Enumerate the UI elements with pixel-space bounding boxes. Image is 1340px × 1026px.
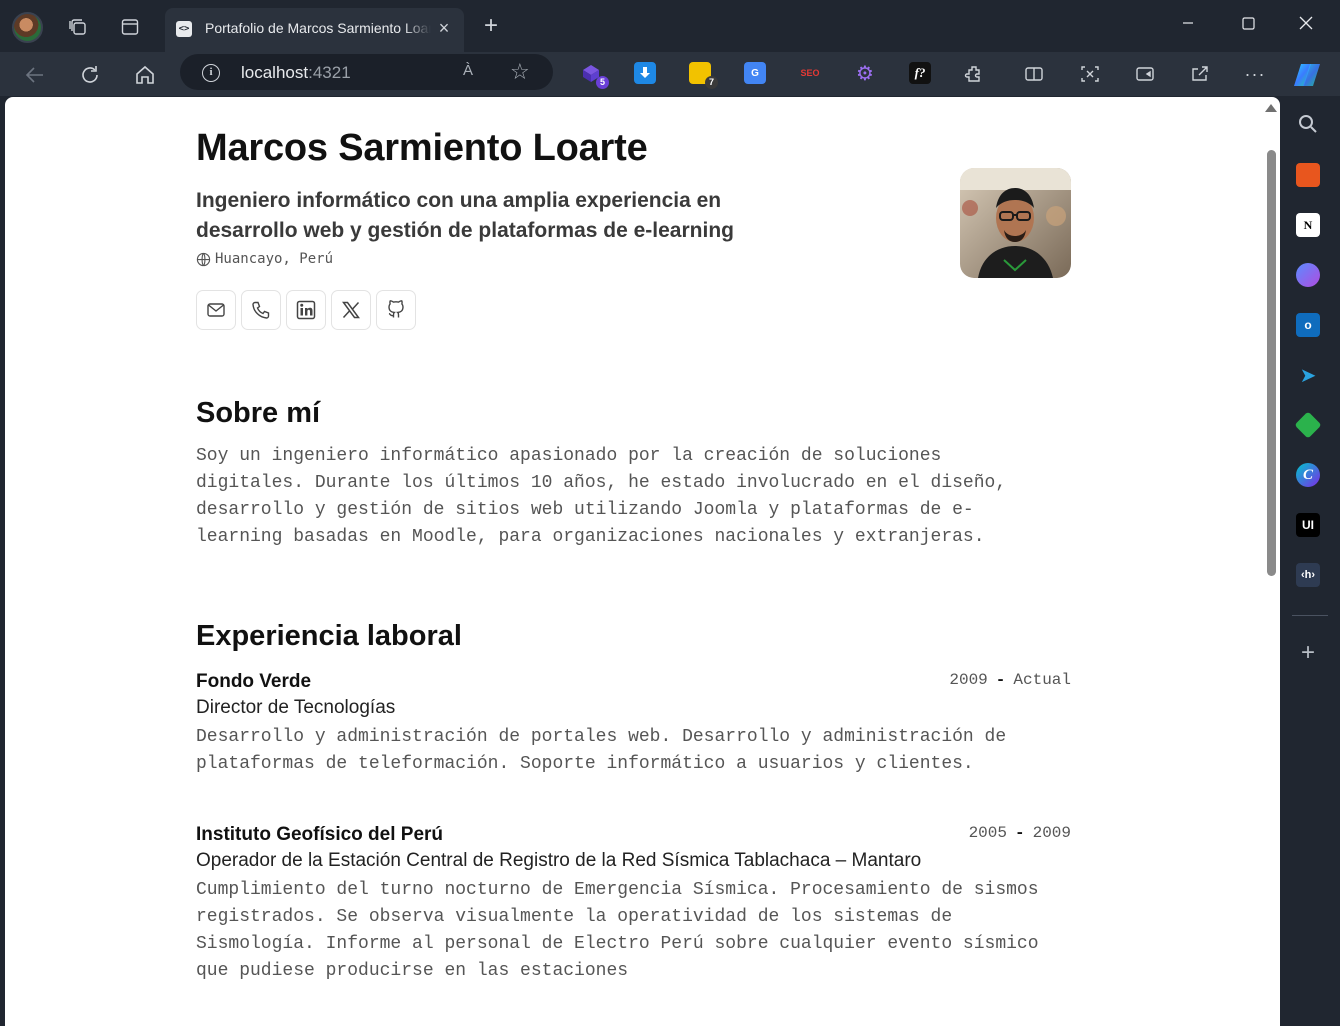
- globe-icon: [196, 252, 211, 266]
- ext-google-translate-icon[interactable]: G: [744, 62, 766, 84]
- ext-seo-icon[interactable]: SEO: [799, 62, 821, 84]
- address-bar[interactable]: i localhost:4321 À ☆: [180, 54, 553, 90]
- phone-button[interactable]: [241, 290, 281, 330]
- job-role: Director de Tecnologías: [196, 697, 396, 718]
- sidebar-briefcase-icon[interactable]: [1296, 163, 1320, 187]
- github-icon: [388, 300, 404, 318]
- job-description: Desarrollo y administración de portales …: [196, 727, 1007, 774]
- address-toolbar: i localhost:4321 À ☆ 5 7 G SEO ⚙ f? ···: [0, 52, 1340, 96]
- minimize-button[interactable]: [1168, 8, 1208, 38]
- x-twitter-icon: [342, 301, 360, 319]
- sidebar-feedly-icon[interactable]: [1294, 411, 1322, 439]
- linkedin-button[interactable]: [286, 290, 326, 330]
- about-text: Soy un ingeniero informático apasionado …: [196, 446, 1007, 547]
- email-button[interactable]: [196, 290, 236, 330]
- phone-icon: [252, 301, 270, 319]
- linkedin-icon: [296, 300, 316, 320]
- x-twitter-button[interactable]: [331, 290, 371, 330]
- collections-icon[interactable]: [1133, 62, 1157, 86]
- screenshot-icon[interactable]: [1078, 62, 1102, 86]
- workspaces-icon[interactable]: [65, 14, 91, 40]
- job-dates: 2005-2009: [968, 824, 1071, 842]
- sidebar-search-icon[interactable]: [1296, 112, 1320, 136]
- tab-favicon-icon: <>: [176, 21, 192, 37]
- profile-name: Marcos Sarmiento Loarte: [196, 127, 648, 169]
- job-description: Cumplimiento del turno nocturno de Emerg…: [196, 880, 1039, 981]
- scroll-up-arrow-icon[interactable]: [1265, 104, 1277, 112]
- ext-purple-cube-icon[interactable]: 5: [580, 62, 609, 89]
- page-scrollbar[interactable]: [1262, 97, 1280, 1026]
- favorite-star-icon[interactable]: ☆: [510, 59, 530, 85]
- maximize-button[interactable]: [1228, 8, 1268, 38]
- ext-notes-icon[interactable]: 7: [689, 62, 718, 89]
- github-button[interactable]: [376, 290, 416, 330]
- sidebar-ui-icon[interactable]: UI: [1296, 513, 1320, 537]
- social-links: [196, 290, 416, 330]
- sidebar-canva-icon[interactable]: C: [1296, 463, 1320, 487]
- tab-title: Portafolio de Marcos Sarmiento Loarte: [205, 20, 431, 36]
- profile-tagline: Ingeniero informático con una amplia exp…: [196, 189, 734, 242]
- about-heading: Sobre mí: [196, 397, 321, 429]
- back-button[interactable]: [20, 60, 50, 90]
- ext-gear-icon[interactable]: ⚙: [854, 62, 876, 85]
- profile-location: Huancayo, Perú: [196, 251, 333, 267]
- split-screen-icon[interactable]: [1022, 62, 1046, 86]
- vertical-tabs-icon[interactable]: [117, 14, 143, 40]
- sidebar-outlook-icon[interactable]: o: [1296, 313, 1320, 337]
- profile-avatar[interactable]: [12, 12, 43, 43]
- ext-fonts-icon[interactable]: f?: [909, 62, 931, 84]
- read-aloud-icon[interactable]: À: [463, 62, 473, 79]
- share-icon[interactable]: [1188, 62, 1212, 86]
- tab-close-icon[interactable]: ×: [434, 18, 454, 38]
- mail-icon: [207, 303, 225, 317]
- sidebar-designer-icon[interactable]: [1296, 263, 1320, 287]
- home-button[interactable]: [130, 60, 160, 90]
- browser-sidebar: N o ➤ C UI ‹h› +: [1282, 96, 1340, 1026]
- job-company: Fondo Verde: [196, 671, 312, 692]
- new-tab-button[interactable]: +: [478, 14, 504, 40]
- sidebar-notion-icon[interactable]: N: [1296, 213, 1320, 237]
- sidebar-telegram-icon[interactable]: ➤: [1296, 363, 1320, 387]
- job-role: Operador de la Estación Central de Regis…: [196, 850, 922, 871]
- scrollbar-thumb[interactable]: [1267, 150, 1276, 576]
- ext-download-icon[interactable]: [634, 62, 656, 84]
- tab-portfolio[interactable]: <> Portafolio de Marcos Sarmiento Loarte…: [165, 8, 464, 52]
- sidebar-hackmd-icon[interactable]: ‹h›: [1296, 563, 1320, 587]
- site-info-icon[interactable]: i: [202, 64, 220, 82]
- page-viewport: Marcos Sarmiento Loarte Ingeniero inform…: [5, 97, 1280, 1026]
- sidebar-add-icon[interactable]: +: [1296, 641, 1320, 666]
- profile-photo: [960, 168, 1071, 278]
- title-bar: <> Portafolio de Marcos Sarmiento Loarte…: [0, 0, 1340, 52]
- job-dates: 2009- Actual: [949, 671, 1071, 689]
- copilot-icon[interactable]: [1292, 60, 1322, 90]
- refresh-button[interactable]: [75, 60, 105, 90]
- url-text[interactable]: localhost:4321: [241, 63, 351, 83]
- experience-heading: Experiencia laboral: [196, 620, 462, 652]
- job-company: Instituto Geofísico del Perú: [196, 824, 444, 845]
- sidebar-divider: [1292, 615, 1328, 616]
- extensions-puzzle-icon[interactable]: [962, 62, 986, 86]
- close-window-button[interactable]: [1286, 8, 1326, 38]
- more-options-icon[interactable]: ···: [1243, 62, 1267, 86]
